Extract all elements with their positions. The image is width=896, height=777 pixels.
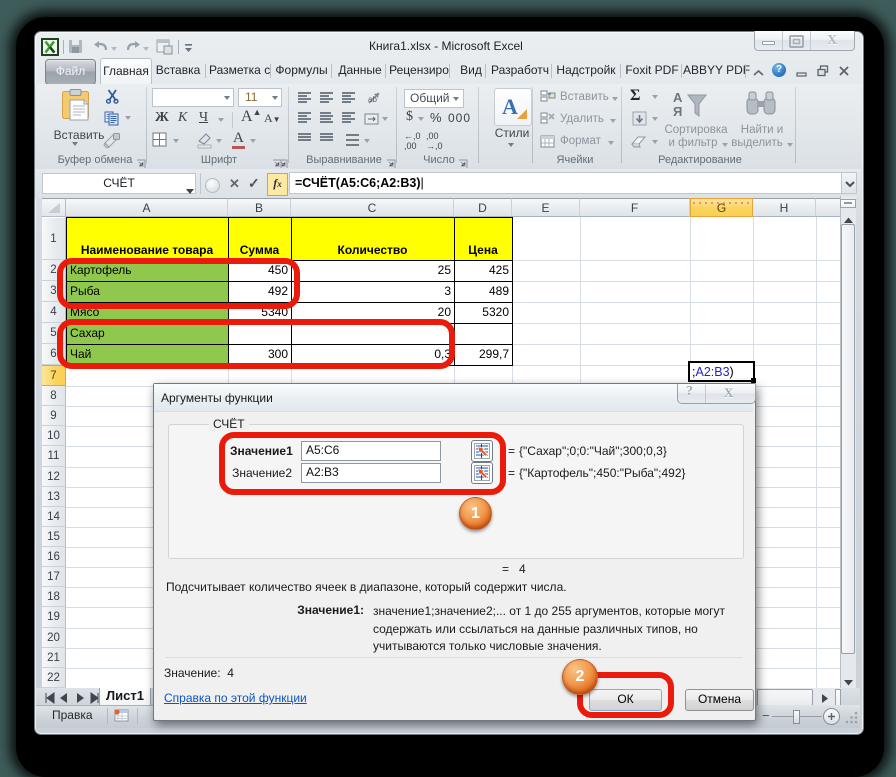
svg-text:Я: Я: [673, 104, 682, 119]
svg-text:ab: ab: [368, 95, 377, 104]
svg-text:А: А: [673, 90, 683, 105]
svg-text:А: А: [502, 94, 518, 119]
